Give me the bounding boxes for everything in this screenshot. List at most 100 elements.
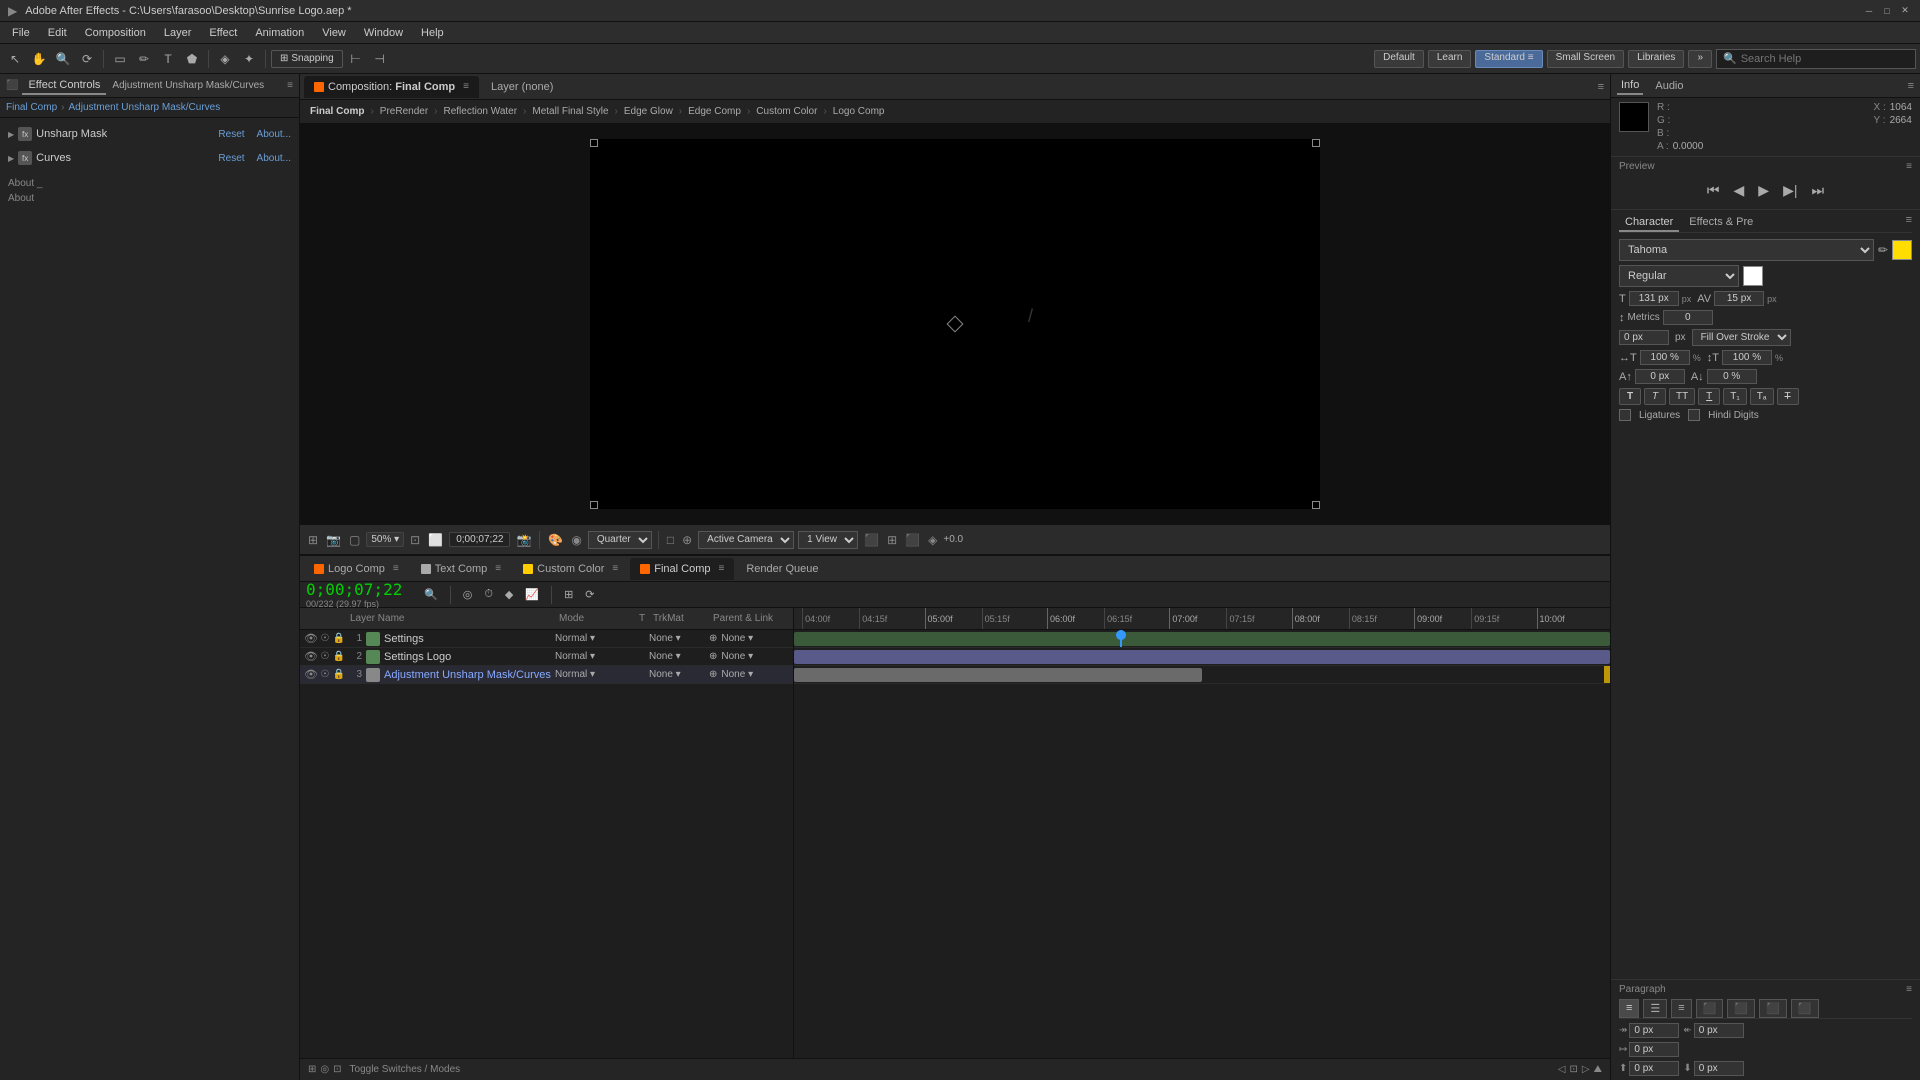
vc-view-icon[interactable]: ▢ bbox=[347, 531, 362, 549]
menu-animation[interactable]: Animation bbox=[247, 25, 312, 41]
char-font-dropdown[interactable]: Tahoma bbox=[1619, 239, 1874, 261]
char-btn-T-sub[interactable]: T₁ bbox=[1723, 388, 1746, 405]
layer2-parent[interactable]: ⊕ None ▾ bbox=[709, 651, 789, 662]
vc-grid-icon[interactable]: ⊞ bbox=[306, 531, 320, 549]
minimize-button[interactable]: ─ bbox=[1862, 4, 1876, 18]
char-kern-input[interactable] bbox=[1714, 291, 1764, 306]
search-bar[interactable]: 🔍 bbox=[1716, 49, 1916, 69]
rp-tab-info[interactable]: Info bbox=[1617, 77, 1643, 95]
para-first-input[interactable] bbox=[1629, 1042, 1679, 1057]
char-stroke-input[interactable] bbox=[1619, 330, 1669, 345]
effect-curves-header[interactable]: ▶ fx Curves Reset About... bbox=[0, 148, 299, 168]
menu-edit[interactable]: Edit bbox=[40, 25, 75, 41]
bc-logocomp[interactable]: Logo Comp bbox=[829, 106, 889, 117]
rp-menu[interactable]: ≡ bbox=[1908, 80, 1914, 92]
status-icon1[interactable]: ⊞ bbox=[308, 1064, 316, 1075]
extra-btn[interactable]: ⊣ bbox=[369, 48, 391, 70]
vc-region-icon[interactable]: ⬜ bbox=[426, 531, 445, 549]
vc-camera-dropdown[interactable]: Active Camera bbox=[698, 531, 794, 549]
para-justify-right[interactable]: ⬛ bbox=[1759, 999, 1787, 1018]
bc-edgeglow[interactable]: Edge Glow bbox=[620, 106, 677, 117]
unsharp-reset[interactable]: Reset bbox=[218, 129, 244, 140]
vc-camera-icon[interactable]: 📷 bbox=[324, 531, 343, 549]
char-color-swatch1[interactable] bbox=[1892, 240, 1912, 260]
bc-prerender[interactable]: PreRender bbox=[376, 106, 432, 117]
status-scrollright[interactable]: ▷ bbox=[1582, 1064, 1590, 1075]
tl-logo-close[interactable]: ≡ bbox=[393, 563, 399, 574]
vc-safe-icon[interactable]: ⊕ bbox=[680, 531, 694, 549]
preview-menu[interactable]: ≡ bbox=[1906, 161, 1912, 172]
bc-adjustment[interactable]: Adjustment Unsharp Mask/Curves bbox=[68, 102, 220, 113]
workspace-learn[interactable]: Learn bbox=[1428, 50, 1472, 68]
bc-finalcomp[interactable]: Final Comp bbox=[6, 102, 57, 113]
vc-3d-icon[interactable]: ⬛ bbox=[862, 531, 881, 549]
layer1-mode[interactable]: Normal ▾ bbox=[555, 633, 635, 644]
align-btn[interactable]: ⊢ bbox=[345, 48, 367, 70]
vc-camera2-icon[interactable]: 📸 bbox=[514, 531, 533, 549]
status-icon3[interactable]: ⊡ bbox=[333, 1064, 341, 1075]
char-size-input[interactable] bbox=[1629, 291, 1679, 306]
layer1-lock[interactable]: 🔒 bbox=[332, 633, 346, 644]
shape-tool[interactable]: ▭ bbox=[109, 48, 131, 70]
effect-controls-tab[interactable]: Effect Controls bbox=[22, 77, 106, 95]
char-tsurname-input[interactable] bbox=[1707, 369, 1757, 384]
vc-zoom-dropdown[interactable]: 50% ▾ bbox=[366, 532, 404, 547]
vc-display-icon[interactable]: ◈ bbox=[926, 531, 939, 549]
vc-pixel-icon[interactable]: ⬛ bbox=[903, 531, 922, 549]
para-align-center[interactable]: ☰ bbox=[1643, 999, 1667, 1018]
char-vscale-input[interactable] bbox=[1722, 350, 1772, 365]
layer3-trkmat[interactable]: None ▾ bbox=[649, 669, 709, 680]
layer3-parent[interactable]: ⊕ None ▾ bbox=[709, 669, 789, 680]
bc-customcolor[interactable]: Custom Color bbox=[752, 106, 821, 117]
close-button[interactable]: ✕ bbox=[1898, 4, 1912, 18]
char-hscale-input[interactable] bbox=[1640, 350, 1690, 365]
effect-controls-close[interactable]: ≡ bbox=[287, 80, 293, 91]
curves-about[interactable]: About... bbox=[257, 153, 291, 164]
layer1-solo[interactable]: ☉ bbox=[318, 633, 332, 644]
vc-color-icon[interactable]: 🎨 bbox=[546, 531, 565, 549]
toggle-switches-label[interactable]: Toggle Switches / Modes bbox=[350, 1064, 461, 1075]
tl-graph-icon[interactable]: 📈 bbox=[521, 586, 543, 603]
stamp-tool[interactable]: ◈ bbox=[214, 48, 236, 70]
menu-help[interactable]: Help bbox=[413, 25, 452, 41]
char-leading-input[interactable] bbox=[1663, 310, 1713, 325]
layer2-solo[interactable]: ☉ bbox=[318, 651, 332, 662]
hindi-checkbox[interactable] bbox=[1688, 409, 1700, 421]
layer3-solo[interactable]: ☉ bbox=[318, 669, 332, 680]
tl-tab-logo[interactable]: Logo Comp ≡ bbox=[304, 558, 409, 580]
layer1-trkmat[interactable]: None ▾ bbox=[649, 633, 709, 644]
preview-first[interactable]: ⏮ bbox=[1703, 180, 1724, 201]
layer-row-2[interactable]: 👁 ☉ 🔒 2 Settings Logo Normal ▾ None ▾ ⊕ … bbox=[300, 648, 793, 666]
snapping-button[interactable]: ⊞ Snapping bbox=[271, 50, 343, 68]
playhead[interactable] bbox=[1120, 630, 1122, 647]
ligatures-checkbox[interactable] bbox=[1619, 409, 1631, 421]
para-justify-all[interactable]: ⬛ bbox=[1791, 999, 1819, 1018]
char-tab-character[interactable]: Character bbox=[1619, 214, 1679, 232]
menu-composition[interactable]: Composition bbox=[77, 25, 154, 41]
char-pencil-icon[interactable]: ✏ bbox=[1878, 243, 1888, 257]
layer2-lock[interactable]: 🔒 bbox=[332, 651, 346, 662]
char-btn-T3[interactable]: T bbox=[1698, 388, 1720, 405]
bc-finalcomp-main[interactable]: Final Comp bbox=[306, 106, 368, 117]
status-zoom-fit[interactable]: ⊡ bbox=[1570, 1064, 1578, 1075]
rotation-tool[interactable]: ✋ bbox=[28, 48, 50, 70]
pen-tool[interactable]: ✏ bbox=[133, 48, 155, 70]
layer1-visibility[interactable]: 👁 bbox=[304, 632, 318, 645]
effect-unsharp-mask-header[interactable]: ▶ fx Unsharp Mask Reset About... bbox=[0, 124, 299, 144]
preview-prev[interactable]: ◀ bbox=[1730, 180, 1749, 201]
bc-metall[interactable]: Metall Final Style bbox=[528, 106, 612, 117]
ruler-row[interactable]: 04:00f 04:15f 05:00f 05:15f 06:00f 06:15… bbox=[794, 608, 1610, 630]
para-space-before-input[interactable] bbox=[1629, 1061, 1679, 1076]
status-scrollleft[interactable]: ◁ bbox=[1558, 1064, 1566, 1075]
select-tool[interactable]: ↖ bbox=[4, 48, 26, 70]
tl-keyframe-icon[interactable]: ◆ bbox=[501, 586, 517, 603]
layer1-parent[interactable]: ⊕ None ▾ bbox=[709, 633, 789, 644]
workspace-small-screen[interactable]: Small Screen bbox=[1547, 50, 1624, 68]
preview-next[interactable]: ▶| bbox=[1779, 180, 1801, 201]
para-indent-after-input[interactable] bbox=[1694, 1023, 1744, 1038]
tl-blend-icon[interactable]: ⊞ bbox=[560, 586, 577, 603]
orbit-tool[interactable]: ⟳ bbox=[76, 48, 98, 70]
char-fill-dropdown[interactable]: Fill Over Stroke bbox=[1692, 329, 1791, 346]
vc-view-dropdown[interactable]: 1 View bbox=[798, 531, 858, 549]
para-align-right[interactable]: ≡ bbox=[1671, 999, 1691, 1018]
